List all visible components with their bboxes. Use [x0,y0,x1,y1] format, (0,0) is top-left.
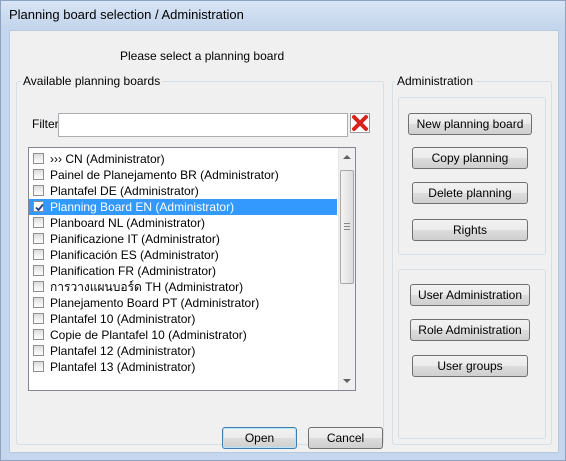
item-checkbox-checked[interactable] [33,201,44,212]
window-title: Planning board selection / Administratio… [9,7,244,22]
select-prompt: Please select a planning board [120,49,285,63]
list-item-label: Painel de Planejamento BR (Administrator… [50,168,279,182]
list-item[interactable]: Plantafel 12 (Administrator) [29,343,337,359]
list-item-label: Copie de Plantafel 10 (Administrator) [50,328,247,342]
list-item[interactable]: Planificación ES (Administrator) [29,247,337,263]
list-item[interactable]: Plantafel 10 (Administrator) [29,311,337,327]
delete-planning-button[interactable]: Delete planning [412,182,528,204]
copy-planning-button[interactable]: Copy planning [412,147,528,169]
item-checkbox[interactable] [33,249,44,260]
grip-icon [344,223,350,224]
item-checkbox[interactable] [33,329,44,340]
user-administration-button[interactable]: User Administration [410,284,530,306]
list-item-label: การวางแผนบอร์ด TH (Administrator) [50,280,244,294]
planning-board-list[interactable]: ››› CN (Administrator) Painel de Planeja… [28,147,356,391]
clear-filter-button[interactable] [350,113,370,133]
list-item-label: Planification FR (Administrator) [50,264,217,278]
item-checkbox[interactable] [33,185,44,196]
list-item-label: Plantafel 10 (Administrator) [50,312,196,326]
open-button[interactable]: Open [222,427,297,449]
scroll-down-arrow-icon[interactable] [343,379,351,383]
administration-label: Administration [395,74,476,88]
list-item[interactable]: Pianificazione IT (Administrator) [29,231,337,247]
user-groups-button[interactable]: User groups [412,355,528,377]
grip-icon [344,229,350,230]
list-item[interactable]: ››› CN (Administrator) [29,151,337,167]
grip-icon [344,226,350,227]
title-bar[interactable]: Planning board selection / Administratio… [1,1,565,29]
list-item-label: Planificación ES (Administrator) [50,248,219,262]
list-item-selected[interactable]: Planning Board EN (Administrator) [29,199,337,215]
filter-input[interactable] [58,113,348,137]
list-scrollbar[interactable] [338,148,355,390]
item-checkbox[interactable] [33,233,44,244]
list-item[interactable]: Planejamento Board PT (Administrator) [29,295,337,311]
dialog-window: Planning board selection / Administratio… [0,0,566,461]
list-item[interactable]: การวางแผนบอร์ด TH (Administrator) [29,279,337,295]
list-item-label: Planboard NL (Administrator) [50,216,205,230]
list-item-label: Plantafel 12 (Administrator) [50,344,196,358]
available-boards-label: Available planning boards [21,74,163,88]
role-administration-button[interactable]: Role Administration [410,319,530,341]
list-item-label: Planejamento Board PT (Administrator) [50,296,260,310]
planning-board-items: ››› CN (Administrator) Painel de Planeja… [29,151,337,375]
item-checkbox[interactable] [33,217,44,228]
item-checkbox[interactable] [33,153,44,164]
list-item[interactable]: Painel de Planejamento BR (Administrator… [29,167,337,183]
check-icon [35,203,44,212]
list-item[interactable]: Plantafel DE (Administrator) [29,183,337,199]
list-item-label: Plantafel 13 (Administrator) [50,360,196,374]
list-item[interactable]: Planification FR (Administrator) [29,263,337,279]
item-checkbox[interactable] [33,361,44,372]
item-checkbox[interactable] [33,297,44,308]
cancel-button[interactable]: Cancel [308,427,383,449]
item-checkbox[interactable] [33,345,44,356]
list-item-label: Planning Board EN (Administrator) [50,200,235,214]
list-item-label: ››› CN (Administrator) [50,152,165,166]
item-checkbox[interactable] [33,265,44,276]
filter-label: Filter [32,117,59,131]
rights-button[interactable]: Rights [412,219,528,241]
list-item[interactable]: Plantafel 13 (Administrator) [29,359,337,375]
list-item-label: Plantafel DE (Administrator) [50,184,199,198]
scroll-up-arrow-icon[interactable] [343,155,351,159]
list-item[interactable]: Planboard NL (Administrator) [29,215,337,231]
list-item-label: Pianificazione IT (Administrator) [50,232,220,246]
item-checkbox[interactable] [33,281,44,292]
item-checkbox[interactable] [33,169,44,180]
list-item[interactable]: Copie de Plantafel 10 (Administrator) [29,327,337,343]
item-checkbox[interactable] [33,313,44,324]
scrollbar-thumb[interactable] [340,170,354,284]
dialog-client-area: Please select a planning board Available… [9,30,559,453]
new-planning-board-button[interactable]: New planning board [408,113,532,135]
